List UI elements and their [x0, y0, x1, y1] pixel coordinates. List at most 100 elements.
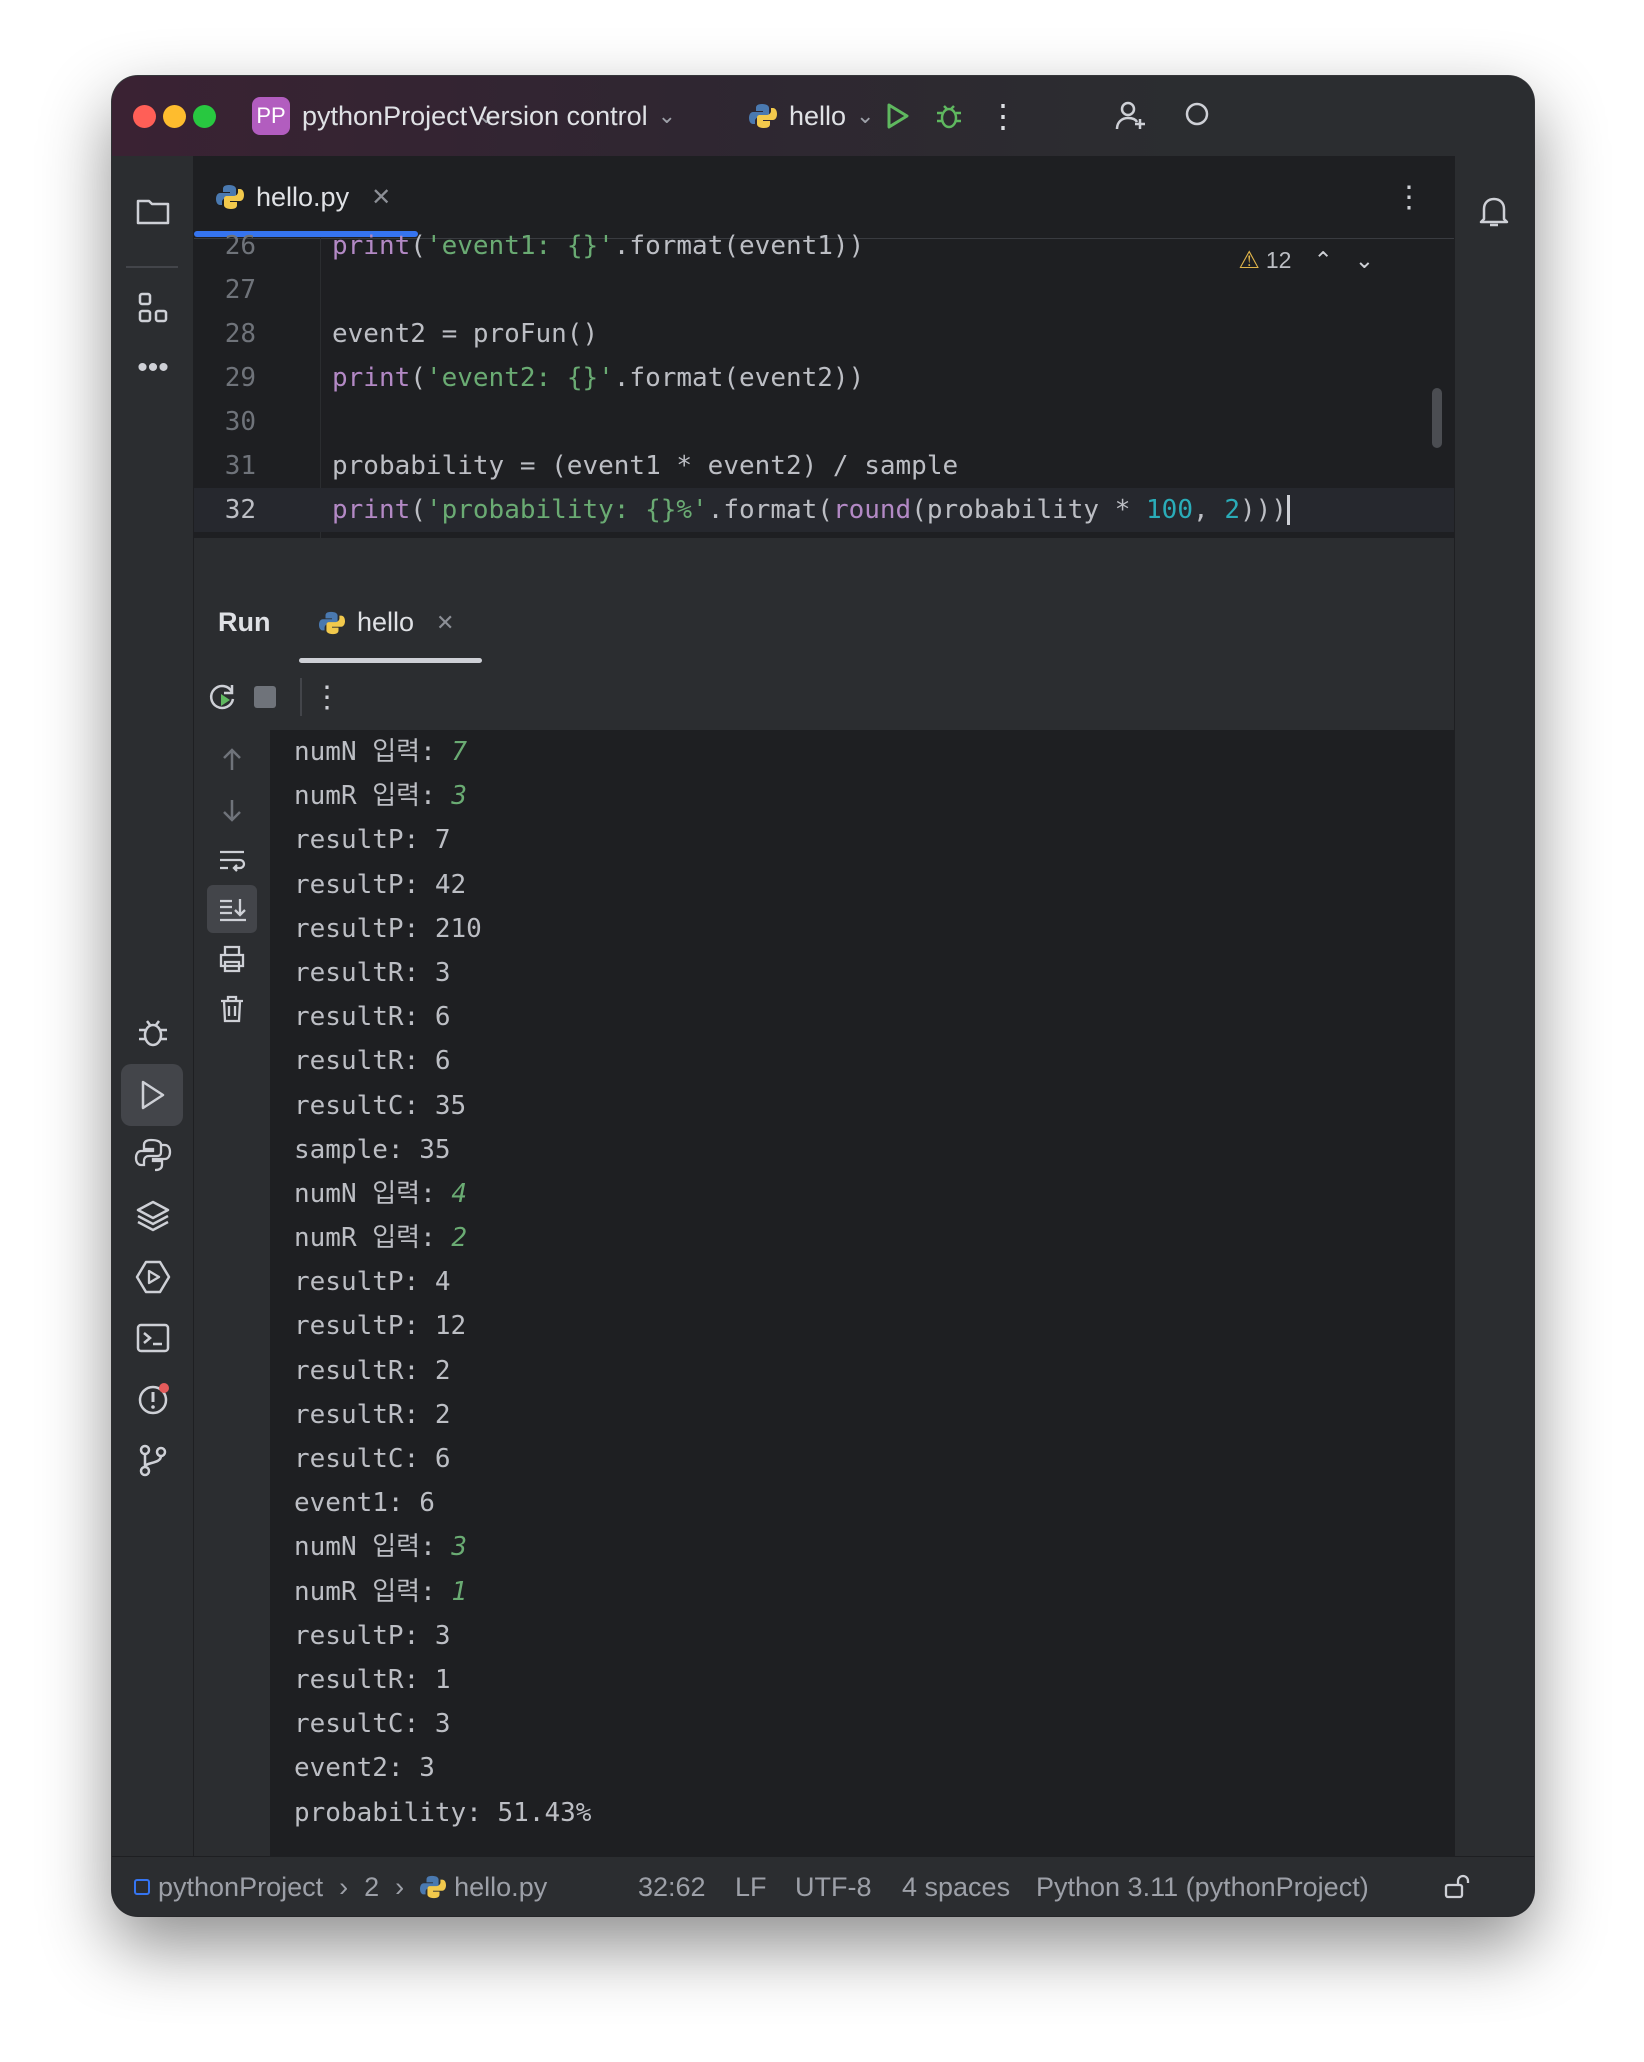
caret-position[interactable]: 32:62 — [638, 1857, 706, 1916]
previous-highlight-icon[interactable]: ⌃ — [1313, 247, 1332, 274]
services-icon — [135, 1260, 171, 1294]
stop-icon[interactable] — [254, 686, 276, 708]
run-tool-button[interactable] — [121, 1064, 183, 1126]
run-tab-hello[interactable]: hello ✕ — [319, 581, 454, 664]
console-user-input: 3 — [451, 781, 468, 812]
close-tab-icon[interactable]: ✕ — [436, 610, 454, 636]
console-line-text: numR 입력: — [294, 1223, 452, 1254]
python-interpreter[interactable]: Python 3.11 (pythonProject) — [1036, 1857, 1369, 1916]
add-user-button[interactable] — [1114, 76, 1148, 156]
console-line-text: numN 입력: — [294, 1532, 452, 1563]
console-line: resultC: 6 — [294, 1437, 591, 1481]
python-packages-button[interactable] — [131, 1194, 175, 1238]
console-user-input: 1 — [451, 1576, 468, 1607]
read-only-toggle[interactable] — [1442, 1857, 1470, 1916]
console-user-input: 3 — [451, 1532, 468, 1563]
code-line-current: 32 print('probability: {}%'.format(round… — [194, 488, 1454, 532]
structure-icon — [138, 292, 168, 323]
problems-tool-button[interactable] — [131, 1377, 175, 1421]
console-line-text: resultR: 1 — [294, 1664, 451, 1695]
bug-icon — [937, 105, 961, 129]
unlock-icon — [1444, 1874, 1470, 1899]
editor-tab-label: hello.py — [256, 181, 350, 212]
python-file-icon — [420, 1875, 447, 1899]
console-line-text: resultC: 3 — [294, 1709, 451, 1740]
console-line: event1: 6 — [294, 1481, 591, 1525]
run-tool-window: Run hello ✕ ⋮ numN 입력: 7 numR 입력: 3 resu… — [194, 581, 1454, 1856]
minimize-window-button[interactable] — [163, 105, 186, 128]
project-tool-button[interactable] — [131, 189, 175, 233]
breadcrumb-separator-icon: › — [339, 1871, 349, 1902]
console-line: event2: 3 — [294, 1746, 591, 1790]
console-line-text: resultP: 42 — [294, 869, 467, 900]
line-ending[interactable]: LF — [735, 1857, 767, 1916]
code-view[interactable]: 26 print('event1: {}'.format(event1)) 27… — [194, 231, 1454, 538]
line-number: 28 — [224, 319, 256, 349]
rerun-icon — [209, 684, 235, 710]
zoom-window-button[interactable] — [193, 105, 216, 128]
rerun-button[interactable] — [202, 676, 244, 718]
breadcrumb: pythonProject › 2 › hello.py — [134, 1857, 547, 1916]
git-tool-button[interactable] — [131, 1438, 175, 1482]
console-line-text: numR 입력: — [294, 781, 452, 812]
chevron-down-icon: ⌄ — [657, 103, 677, 128]
clear-all-button[interactable] — [211, 988, 253, 1030]
printer-icon — [219, 945, 245, 973]
python-console-button[interactable] — [131, 1133, 175, 1177]
run-button[interactable] — [882, 76, 912, 156]
arrow-up-icon — [223, 748, 241, 770]
more-actions-icon[interactable]: ⋮ — [987, 76, 1019, 156]
console-line: resultP: 210 — [294, 907, 591, 951]
more-tools-icon[interactable]: ••• — [131, 346, 175, 390]
ide-window: PP pythonProject ⌄ Version control ⌄ hel… — [112, 76, 1534, 1916]
console-line: resultR: 6 — [294, 995, 591, 1039]
editor-area: hello.py ✕ ⋮ 26 print('event1: {}'.forma… — [194, 156, 1454, 581]
editor-scrollbar[interactable] — [1432, 388, 1442, 448]
search-everywhere-button[interactable] — [1182, 76, 1216, 156]
close-tab-icon[interactable]: ✕ — [371, 183, 391, 212]
version-control-menu[interactable]: Version control ⌄ — [469, 76, 676, 156]
scroll-up-button[interactable] — [211, 739, 253, 781]
play-icon — [887, 103, 909, 129]
debug-tool-button[interactable] — [131, 1011, 175, 1055]
breadcrumb-project[interactable]: pythonProject — [158, 1872, 323, 1903]
services-tool-button[interactable] — [131, 1255, 175, 1299]
editor-splitter[interactable] — [194, 538, 1454, 581]
breadcrumb-folder[interactable]: 2 — [364, 1872, 379, 1903]
console-line-text: numN 입력: — [294, 1178, 452, 1209]
scroll-to-end-button[interactable] — [207, 885, 257, 933]
inspection-widget[interactable]: ⚠ 12 ⌃ ⌄ — [1238, 246, 1374, 275]
file-encoding[interactable]: UTF-8 — [795, 1857, 872, 1916]
console-line-text: resultC: 35 — [294, 1090, 467, 1121]
run-config-selector[interactable]: hello ⌄ — [749, 76, 874, 156]
scroll-down-button[interactable] — [211, 789, 253, 831]
run-more-icon[interactable]: ⋮ — [312, 672, 342, 722]
print-button[interactable] — [211, 938, 253, 980]
console-line: resultC: 3 — [294, 1702, 591, 1746]
left-tool-strip: ••• — [112, 156, 194, 1856]
soft-wrap-button[interactable] — [211, 839, 253, 881]
console-output[interactable]: numN 입력: 7 numR 입력: 3 resultP: 7 resultP: 4… — [294, 730, 591, 1835]
notifications-button[interactable] — [1472, 189, 1516, 233]
debug-button[interactable] — [934, 76, 964, 156]
console-line-text: resultR: 2 — [294, 1399, 451, 1430]
console-line-text: numR 입력: — [294, 1576, 452, 1607]
play-icon — [141, 1080, 165, 1110]
next-highlight-icon[interactable]: ⌄ — [1355, 247, 1374, 274]
breadcrumb-file[interactable]: hello.py — [454, 1872, 547, 1903]
scroll-to-end-icon — [220, 899, 246, 922]
indent-settings[interactable]: 4 spaces — [902, 1857, 1010, 1916]
structure-tool-button[interactable] — [131, 286, 175, 330]
project-selector[interactable]: PP pythonProject ⌄ — [252, 76, 496, 156]
git-branch-icon — [139, 1444, 167, 1477]
soft-wrap-icon — [220, 850, 246, 872]
console-line: numR 입력: 3 — [294, 774, 591, 818]
close-window-button[interactable] — [133, 105, 156, 128]
bell-icon — [1479, 197, 1509, 227]
line-number: 26 — [224, 231, 256, 261]
console-line: sample: 35 — [294, 1128, 591, 1172]
terminal-tool-button[interactable] — [131, 1316, 175, 1360]
console-line: resultR: 1 — [294, 1658, 591, 1702]
console-line-text: resultP: 7 — [294, 825, 451, 856]
console-line: numR 입력: 2 — [294, 1216, 591, 1260]
